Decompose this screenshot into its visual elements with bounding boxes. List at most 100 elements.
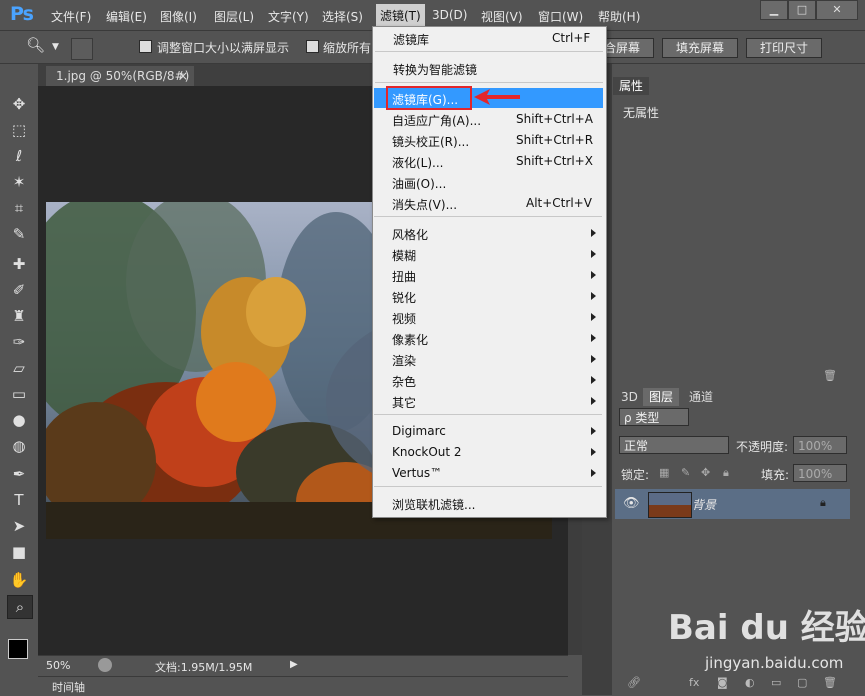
highlight-box [386, 86, 472, 110]
delete-layer-icon[interactable]: 🗑︎ [823, 676, 837, 689]
menu-3d[interactable]: 3D(D) [432, 8, 467, 22]
path-selection-tool-icon[interactable]: ➤ [7, 515, 31, 537]
lock-transparency-icon[interactable]: ▦ [659, 466, 669, 479]
eyedropper-tool-icon[interactable]: ✎ [7, 223, 31, 245]
clone-stamp-tool-icon[interactable]: ♜ [7, 305, 31, 327]
menu-item-oil-paint[interactable]: 油画(O)... [392, 175, 446, 192]
dodge-tool-icon[interactable]: ◍ [7, 435, 31, 457]
menu-item-adaptive-wide-angle[interactable]: 自适应广角(A)... [392, 112, 481, 129]
fill-field[interactable]: 100% [793, 464, 847, 482]
layer-name[interactable]: 背景 [692, 496, 716, 513]
menu-item-browse-filters-online[interactable]: 浏览联机滤镜... [392, 496, 475, 513]
menu-item-other[interactable]: 其它 [392, 394, 416, 411]
eraser-tool-icon[interactable]: ▱ [7, 357, 31, 379]
zoom-tool-icon: 🔍︎ [26, 36, 46, 54]
menu-item-stylize[interactable]: 风格化 [392, 226, 428, 243]
adjustment-layer-icon[interactable]: ◐ [745, 676, 755, 689]
move-tool-icon[interactable]: ✥ [7, 93, 31, 115]
menu-separator [374, 216, 602, 217]
link-layers-icon[interactable]: 🔗︎ [627, 676, 641, 689]
brush-tool-icon[interactable]: ✐ [7, 279, 31, 301]
type-tool-icon[interactable]: T [7, 489, 31, 511]
new-layer-icon[interactable]: ▢ [797, 676, 807, 689]
eye-icon[interactable]: 👁︎ [623, 496, 640, 511]
history-brush-tool-icon[interactable]: ✑ [7, 331, 31, 353]
status-info-icon[interactable] [98, 658, 112, 672]
opacity-label: 不透明度: [736, 440, 789, 454]
zoom-level[interactable]: 50% [46, 659, 70, 672]
menu-item-sharpen[interactable]: 锐化 [392, 289, 416, 306]
document-tab[interactable]: 1.jpg @ 50%(RGB/8#) × [46, 66, 194, 86]
lock-position-icon[interactable]: ✥ [701, 466, 710, 479]
menu-item-distort[interactable]: 扭曲 [392, 268, 416, 285]
trash-icon[interactable]: 🗑︎ [823, 369, 837, 382]
foreground-color-swatch[interactable] [8, 639, 28, 659]
menu-item-blur[interactable]: 模糊 [392, 247, 416, 264]
tools-panel: ✥ ⬚ ℓ ✶ ⌗ ✎ ✚ ✐ ♜ ✑ ▱ ▭ ● ◍ ✒ T ➤ ■ ✋ ⌕ [0, 85, 39, 673]
close-tab-icon[interactable]: × [178, 66, 188, 86]
menu-item-knockout[interactable]: KnockOut 2 [392, 445, 462, 459]
zoom-all-checkbox[interactable] [306, 40, 319, 53]
chevron-down-icon[interactable]: ▼ [52, 42, 59, 52]
shortcut-liquify: Shift+Ctrl+X [516, 154, 593, 168]
menu-item-lens-correction[interactable]: 镜头校正(R)... [392, 133, 469, 150]
zoom-in-icon[interactable] [71, 38, 93, 60]
menu-item-pixelate[interactable]: 像素化 [392, 331, 428, 348]
menu-item-liquify[interactable]: 液化(L)... [392, 154, 444, 171]
menu-item-vertus[interactable]: Vertus™ [392, 466, 442, 480]
submenu-arrow-icon [591, 427, 596, 435]
menu-filter[interactable]: 滤镜(T) [376, 4, 425, 27]
lasso-tool-icon[interactable]: ℓ [7, 145, 31, 167]
marquee-tool-icon[interactable]: ⬚ [7, 119, 31, 141]
menu-help[interactable]: 帮助(H) [598, 8, 640, 25]
menu-item-vanishing-point[interactable]: 消失点(V)... [392, 196, 457, 213]
menu-item-render[interactable]: 渲染 [392, 352, 416, 369]
tab-channels[interactable]: 通道 [683, 388, 719, 406]
document-size: 文档:1.95M/1.95M [155, 661, 253, 674]
timeline-label[interactable]: 时间轴 [52, 679, 85, 695]
gradient-tool-icon[interactable]: ▭ [7, 383, 31, 405]
submenu-arrow-icon [591, 397, 596, 405]
tab-3d[interactable]: 3D [615, 388, 644, 406]
menu-file[interactable]: 文件(F) [51, 8, 91, 25]
healing-brush-tool-icon[interactable]: ✚ [7, 253, 31, 275]
zoom-out-icon[interactable] [96, 38, 118, 60]
menu-item-digimarc[interactable]: Digimarc [392, 424, 446, 438]
close-window-button[interactable]: ✕ [816, 0, 858, 20]
baidu-watermark-url: jingyan.baidu.com [705, 654, 844, 672]
minimize-button[interactable]: ▁ [760, 0, 788, 20]
tab-properties[interactable]: 属性 [613, 77, 650, 95]
lock-all-icon[interactable]: 🔒︎ [723, 466, 729, 480]
menu-item-noise[interactable]: 杂色 [392, 373, 416, 390]
menu-item-video[interactable]: 视频 [392, 310, 416, 327]
crop-tool-icon[interactable]: ⌗ [7, 197, 31, 219]
zoom-tool-icon[interactable]: ⌕ [7, 595, 33, 619]
new-group-icon[interactable]: ▭ [771, 676, 781, 689]
status-menu-arrow-icon[interactable]: ▶ [290, 659, 298, 670]
menu-view[interactable]: 视图(V) [481, 8, 523, 25]
menu-window[interactable]: 窗口(W) [538, 8, 583, 25]
lock-pixels-icon[interactable]: ✎ [681, 466, 690, 479]
menu-select[interactable]: 选择(S) [322, 8, 363, 25]
tab-layers[interactable]: 图层 [643, 388, 680, 406]
opacity-field[interactable]: 100% [793, 436, 847, 454]
resize-windows-checkbox[interactable] [139, 40, 152, 53]
layer-kind-filter[interactable]: ρ 类型 [619, 408, 689, 426]
blend-mode-select[interactable]: 正常 [619, 436, 729, 454]
menu-type[interactable]: 文字(Y) [268, 8, 309, 25]
menu-image[interactable]: 图像(I) [160, 8, 197, 25]
fill-screen-button[interactable]: 填充屏幕 [662, 38, 738, 58]
pen-tool-icon[interactable]: ✒ [7, 463, 31, 485]
magic-wand-tool-icon[interactable]: ✶ [7, 171, 31, 193]
maximize-button[interactable]: □ [788, 0, 816, 20]
hand-tool-icon[interactable]: ✋ [7, 569, 31, 591]
menu-layer[interactable]: 图层(L) [214, 8, 254, 25]
menu-edit[interactable]: 编辑(E) [106, 8, 147, 25]
layer-style-icon[interactable]: fx [689, 676, 699, 689]
add-mask-icon[interactable]: ◙ [717, 676, 728, 689]
layer-row[interactable]: 👁︎ 背景 🔒︎ [615, 489, 850, 519]
shape-tool-icon[interactable]: ■ [7, 541, 31, 563]
menu-separator [374, 414, 602, 415]
blur-tool-icon[interactable]: ● [7, 409, 31, 431]
print-size-button[interactable]: 打印尺寸 [746, 38, 822, 58]
